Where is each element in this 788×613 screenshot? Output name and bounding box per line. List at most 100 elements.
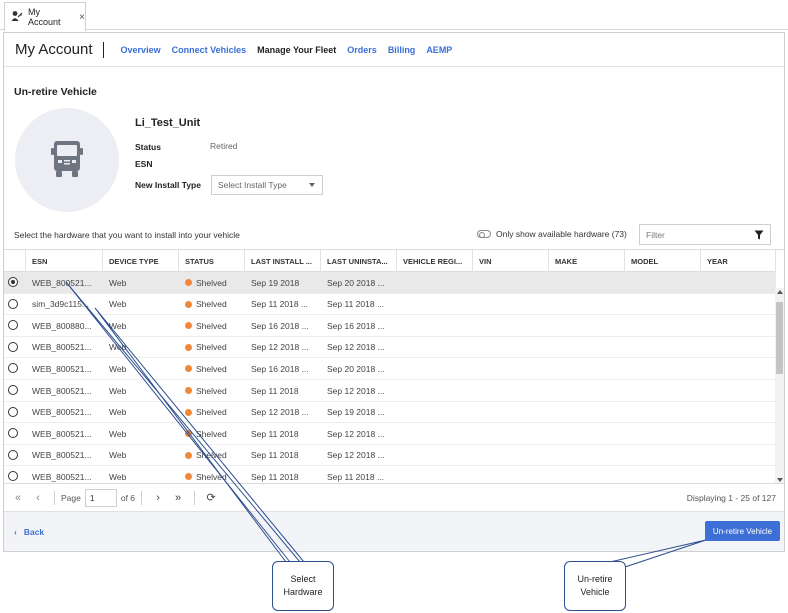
unretire-vehicle-button[interactable]: Un-retire Vehicle — [705, 521, 780, 541]
row-radio-button[interactable] — [8, 385, 18, 395]
table-row[interactable]: sim_3d9c115... Web Shelved Sep 11 2018 ... S… — [4, 294, 776, 316]
cell-status: Shelved — [179, 423, 245, 444]
nav-manage-your-fleet[interactable]: Manage Your Fleet — [257, 45, 336, 55]
cell-last-uninstall-text: Sep 20 2018 ... — [327, 277, 385, 288]
table-row[interactable]: WEB_800521... Web Shelved Sep 11 2018 Sep 12… — [4, 445, 776, 467]
scroll-thumb[interactable] — [776, 302, 783, 374]
cell-last-install: Sep 12 2018 ... — [245, 402, 321, 423]
nav-billing[interactable]: Billing — [388, 45, 416, 55]
column-header-esn[interactable]: ESN — [26, 250, 103, 272]
table-row[interactable]: WEB_800521... Web Shelved Sep 12 2018 ... Se… — [4, 337, 776, 359]
scroll-up-icon[interactable] — [777, 290, 783, 294]
cell-esn: WEB_800521... — [26, 380, 103, 401]
table-row[interactable]: WEB_800521... Web Shelved Sep 11 2018 Sep 11… — [4, 466, 776, 483]
row-radio-button[interactable] — [8, 428, 18, 439]
page-number-input[interactable]: 1 — [84, 488, 117, 507]
account-header: My Account Overview Connect Vehicles Man… — [4, 33, 784, 67]
filter-input[interactable]: Filter — [639, 224, 771, 245]
nav-orders[interactable]: Orders — [347, 45, 377, 55]
column-header-device-type[interactable]: DEVICE TYPE — [103, 250, 179, 272]
column-header-vin[interactable]: VIN — [473, 250, 549, 272]
cell-status-text: Shelved — [196, 407, 227, 418]
cell-last-install-text: Sep 11 2018 — [251, 471, 299, 482]
filter-placeholder: Filter — [646, 229, 665, 240]
cell-device-type: Web — [103, 294, 179, 315]
close-icon[interactable]: × — [79, 12, 85, 23]
toggle-label: Only show available hardware (73) — [496, 229, 627, 239]
toggle-switch-icon[interactable] — [477, 230, 491, 238]
table-row[interactable]: WEB_800521... Web Shelved Sep 19 2018 Sep 20… — [4, 272, 776, 294]
tab-my-account[interactable]: My Account × — [4, 2, 86, 31]
first-page-icon[interactable]: « — [8, 492, 28, 504]
tab-label: My Account — [28, 7, 61, 27]
table-row[interactable]: WEB_800521... Web Shelved Sep 16 2018 ... Se… — [4, 358, 776, 380]
row-radio-button[interactable] — [8, 406, 18, 417]
cell-status-text: Shelved — [196, 342, 227, 353]
cell-last-uninstall: Sep 16 2018 ... — [321, 315, 397, 336]
cell-esn: WEB_800521... — [26, 272, 103, 293]
cell-last-uninstall-text: Sep 19 2018 ... — [327, 407, 385, 418]
pagination-bar: « ‹ Page 1 of 6 › » ⟳ Displaying 1 - 25 … — [4, 483, 784, 511]
prev-page-icon[interactable]: ‹ — [28, 492, 48, 504]
display-count: Displaying 1 - 25 of 127 — [686, 493, 776, 503]
column-header-last-install[interactable]: LAST INSTALL ... — [245, 250, 321, 272]
cell-last-uninstall-text: Sep 12 2018 ... — [327, 428, 385, 439]
cell-last-install: Sep 16 2018 ... — [245, 358, 321, 379]
status-value: Retired — [210, 141, 238, 151]
row-radio-button[interactable] — [8, 449, 18, 460]
column-header-year[interactable]: YEAR — [701, 250, 776, 272]
section-title: Un-retire Vehicle — [14, 86, 97, 98]
cell-status: Shelved — [179, 402, 245, 423]
scroll-down-icon[interactable] — [777, 478, 783, 482]
install-type-select[interactable]: Select Install Type — [211, 175, 323, 195]
row-radio-button[interactable] — [8, 298, 18, 309]
column-header-vehicle-registration[interactable]: VEHICLE REGI... — [397, 250, 473, 272]
cell-last-install-text: Sep 11 2018 — [251, 428, 299, 439]
cell-last-uninstall: Sep 12 2018 ... — [321, 445, 397, 466]
cell-last-uninstall: Sep 12 2018 ... — [321, 337, 397, 358]
truck-icon — [51, 139, 83, 181]
cell-device-type-text: Web — [109, 471, 127, 482]
cell-last-install: Sep 11 2018 — [245, 380, 321, 401]
page-count: of 6 — [120, 492, 136, 503]
status-dot-icon — [185, 451, 192, 459]
cell-status-text: Shelved — [196, 320, 227, 331]
row-radio-button[interactable] — [8, 320, 18, 331]
cell-device-type-text: Web — [109, 277, 127, 288]
refresh-icon[interactable]: ⟳ — [201, 491, 221, 504]
cell-status-text: Shelved — [196, 428, 227, 439]
cell-esn: WEB_800521... — [26, 423, 103, 444]
table-row[interactable]: WEB_800521... Web Shelved Sep 11 2018 Sep 12… — [4, 423, 776, 445]
table-row[interactable]: WEB_800880... Web Shelved Sep 16 2018 ... Se… — [4, 315, 776, 337]
cell-last-install: Sep 11 2018 — [245, 466, 321, 483]
vertical-scrollbar[interactable] — [775, 288, 784, 483]
row-radio-button[interactable] — [8, 277, 18, 287]
cell-esn: WEB_800521... — [26, 337, 103, 358]
last-page-icon[interactable]: » — [168, 492, 188, 504]
row-radio-button[interactable] — [8, 363, 18, 374]
row-radio-button[interactable] — [8, 341, 18, 352]
next-page-icon[interactable]: › — [148, 492, 168, 504]
cell-esn-text: WEB_800521... — [32, 428, 92, 439]
nav-aemp[interactable]: AEMP — [426, 45, 452, 55]
funnel-icon[interactable] — [754, 230, 764, 242]
page-label: Page — [61, 492, 81, 503]
row-radio-button[interactable] — [8, 471, 18, 482]
cell-status-text: Shelved — [196, 450, 227, 461]
nav-connect-vehicles[interactable]: Connect Vehicles — [172, 45, 247, 55]
nav-overview[interactable]: Overview — [121, 45, 161, 55]
cell-status: Shelved — [179, 337, 245, 358]
back-button[interactable]: ‹ Back — [14, 527, 44, 537]
column-header-last-uninstall[interactable]: LAST UNINSTA... — [321, 250, 397, 272]
column-header-status[interactable]: STATUS — [179, 250, 245, 272]
cell-status-text: Shelved — [196, 385, 227, 396]
column-header-make[interactable]: MAKE — [549, 250, 625, 272]
cell-status: Shelved — [179, 315, 245, 336]
cell-status: Shelved — [179, 294, 245, 315]
available-hardware-toggle[interactable]: Only show available hardware (73) — [477, 229, 627, 239]
cell-device-type-text: Web — [109, 363, 127, 374]
table-row[interactable]: WEB_800521... Web Shelved Sep 12 2018 ... Se… — [4, 402, 776, 424]
status-dot-icon — [185, 322, 192, 330]
table-row[interactable]: WEB_800521... Web Shelved Sep 11 2018 Sep 12… — [4, 380, 776, 402]
column-header-model[interactable]: MODEL — [625, 250, 701, 272]
